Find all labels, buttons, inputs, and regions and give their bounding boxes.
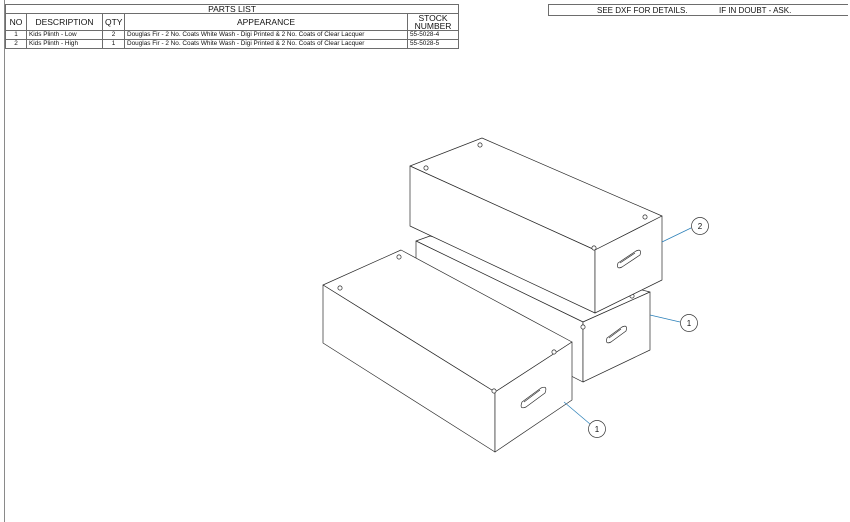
screw-hole (580, 324, 586, 330)
screw-hole (337, 285, 343, 291)
screw-hole (591, 245, 597, 251)
leader-line (661, 227, 692, 243)
balloon-label: 1 (595, 425, 600, 434)
screw-hole (642, 214, 648, 220)
screw-hole (396, 254, 402, 260)
screw-hole (423, 165, 429, 171)
leader-line (563, 401, 591, 425)
isometric-drawing: 2 1 1 (322, 137, 709, 453)
screw-hole (551, 349, 557, 355)
balloon-high: 2 (661, 217, 709, 243)
balloon-label: 2 (698, 222, 703, 231)
balloon-label: 1 (687, 319, 692, 328)
screw-hole (477, 142, 483, 148)
balloon-low-front: 1 (563, 401, 606, 438)
balloon-low-back: 1 (649, 314, 698, 332)
screw-hole (491, 388, 497, 394)
leader-line (649, 314, 681, 323)
